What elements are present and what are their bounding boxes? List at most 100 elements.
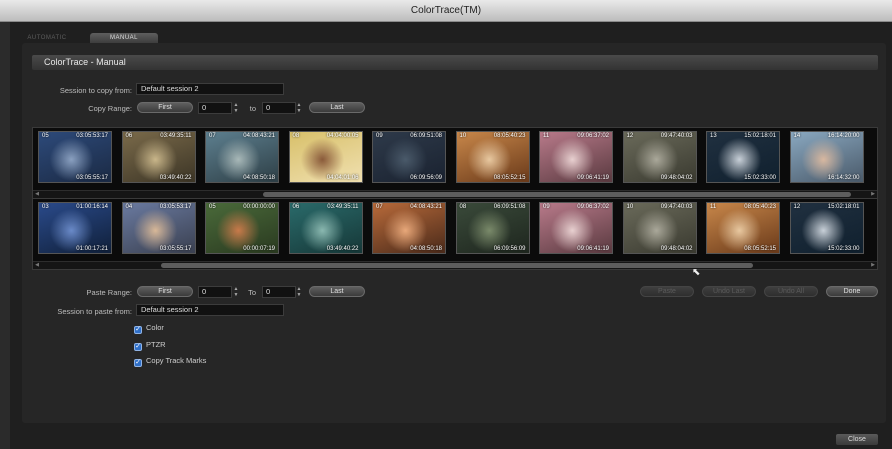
clip-thumbnail[interactable]: 08 04:04:00:05 04:04:01:06 xyxy=(288,131,363,183)
clip-number: 06 xyxy=(292,204,300,210)
checkmark-icon[interactable]: ✓ xyxy=(134,343,142,351)
undo-last-button[interactable]: Undo Last xyxy=(702,286,756,297)
paste-session-label: Session to paste from: xyxy=(57,307,132,316)
clip-thumbnail[interactable]: 03 01:00:16:14 01:00:17:21 xyxy=(38,202,112,254)
clip-thumbnail[interactable]: 09 09:06:37:02 09:06:41:19 xyxy=(539,202,613,254)
clip-number: 03 xyxy=(42,204,49,210)
clip-timecode-out: 01:00:17:21 xyxy=(76,246,108,252)
clip-thumbnail[interactable]: 06 03:49:35:11 03:49:40:22 xyxy=(288,202,363,254)
clip-thumbnail[interactable]: 06 03:49:35:11 03:49:40:22 xyxy=(121,131,196,183)
scroll-left-icon[interactable]: ◀ xyxy=(33,191,41,198)
copy-track-marks-label: Copy Track Marks xyxy=(146,356,207,365)
clip-timecode-in: 06:09:51:08 xyxy=(410,133,442,139)
target-scroll-knob[interactable] xyxy=(161,263,753,268)
source-scroll-knob[interactable] xyxy=(263,192,851,197)
title-bar: ColorTrace(TM) xyxy=(0,0,892,22)
clip-number: 09 xyxy=(376,133,383,139)
clip-timecode-in: 09:47:40:03 xyxy=(660,133,693,139)
clip-timecode-out: 03:05:55:17 xyxy=(159,246,192,252)
paste-session-field[interactable]: Default session 2 xyxy=(136,304,284,316)
copy-first-button[interactable]: First xyxy=(137,102,193,113)
clip-timecode-in: 00:00:00:00 xyxy=(243,204,275,210)
clip-timecode-out: 00:00:07:19 xyxy=(243,246,275,252)
paste-to-field[interactable]: 0 xyxy=(262,286,296,298)
clip-number: 07 xyxy=(376,204,383,210)
clip-thumbnail[interactable]: 07 04:08:43:21 04:08:50:18 xyxy=(372,202,446,254)
clip-number: 12 xyxy=(626,133,634,139)
clip-timecode-in: 09:06:37:02 xyxy=(577,204,609,210)
panel-header: ColorTrace - Manual xyxy=(32,55,878,70)
clip-thumbnail[interactable]: 12 15:02:18:01 15:02:33:00 xyxy=(789,202,864,254)
done-button[interactable]: Done xyxy=(826,286,878,297)
clip-timecode-in: 15:02:18:01 xyxy=(827,204,860,210)
clip-number: 12 xyxy=(793,204,801,210)
clip-thumbnail[interactable]: 13 15:02:18:01 15:02:33:00 xyxy=(706,131,780,183)
clip-thumbnail[interactable]: 04 03:05:53:17 03:05:55:17 xyxy=(121,202,196,254)
paste-button[interactable]: Paste xyxy=(640,286,694,297)
clip-timecode-in: 04:08:43:21 xyxy=(243,133,275,139)
clip-timecode-in: 03:49:35:11 xyxy=(160,133,192,139)
copy-to-field[interactable]: 0 xyxy=(262,102,296,114)
paste-last-button[interactable]: Last xyxy=(309,286,365,297)
clip-thumbnail[interactable]: 05 03:05:53:17 03:05:55:17 xyxy=(38,131,112,183)
copy-last-button[interactable]: Last xyxy=(309,102,365,113)
clip-number: 06 xyxy=(125,133,133,139)
copy-to-stepper[interactable]: ▲ ▼ xyxy=(296,102,302,114)
clip-timecode-in: 08:05:40:23 xyxy=(744,204,776,210)
clip-timecode-in: 09:47:40:03 xyxy=(660,204,693,210)
clip-thumbnail[interactable]: 09 06:09:51:08 06:09:56:09 xyxy=(372,131,446,183)
clip-thumbnail[interactable]: 05 00:00:00:00 00:00:07:19 xyxy=(205,202,279,254)
close-button[interactable]: Close xyxy=(836,434,878,445)
target-strip-scrollbar[interactable]: ◀ ▶ xyxy=(33,261,877,269)
source-strip-scrollbar[interactable]: ◀ ▶ xyxy=(33,190,877,198)
clip-timecode-in: 04:08:43:21 xyxy=(410,204,442,210)
clip-timecode-out: 15:02:33:00 xyxy=(827,246,860,252)
clip-timecode-in: 16:14:20:00 xyxy=(827,133,860,139)
scroll-right-icon[interactable]: ▶ xyxy=(869,262,877,269)
clip-thumbnail[interactable]: 12 09:47:40:03 09:48:04:02 xyxy=(622,131,697,183)
clip-number: 13 xyxy=(710,133,717,139)
scroll-left-icon[interactable]: ◀ xyxy=(33,262,41,269)
paste-from-field[interactable]: 0 xyxy=(198,286,232,298)
clip-timecode-in: 01:00:16:14 xyxy=(76,204,108,210)
clip-number: 08 xyxy=(292,133,300,139)
copy-from-stepper[interactable]: ▲ ▼ xyxy=(233,102,239,114)
clip-timecode-out: 09:48:04:02 xyxy=(660,246,693,252)
paste-to-stepper[interactable]: ▲ ▼ xyxy=(296,286,302,298)
clip-timecode-out: 04:08:50:18 xyxy=(410,246,442,252)
clip-thumbnail[interactable]: 10 09:47:40:03 09:48:04:02 xyxy=(622,202,697,254)
tab-manual[interactable]: MANUAL xyxy=(90,33,158,43)
clip-thumbnail[interactable]: 07 04:08:43:21 04:08:50:18 xyxy=(205,131,279,183)
copy-track-marks-checkbox[interactable]: ✓ Copy Track Marks xyxy=(134,356,206,367)
clip-thumbnail[interactable]: 11 08:05:40:23 08:05:52:15 xyxy=(706,202,780,254)
clip-number: 10 xyxy=(459,133,467,139)
scroll-right-icon[interactable]: ▶ xyxy=(869,191,877,198)
copy-from-field[interactable]: 0 xyxy=(198,102,232,114)
clip-timecode-in: 09:06:37:02 xyxy=(577,133,609,139)
copy-session-field[interactable]: Default session 2 xyxy=(136,83,284,95)
clip-thumbnail[interactable]: 10 08:05:40:23 08:05:52:15 xyxy=(455,131,530,183)
paste-first-button[interactable]: First xyxy=(137,286,193,297)
clip-timecode-in: 08:05:40:23 xyxy=(493,133,526,139)
paste-from-stepper[interactable]: ▲ ▼ xyxy=(233,286,239,298)
clip-timecode-out: 15:02:33:00 xyxy=(744,175,776,181)
clip-timecode-in: 03:05:53:17 xyxy=(76,133,108,139)
color-checkbox[interactable]: ✓ Color xyxy=(134,323,164,334)
undo-all-button[interactable]: Undo All xyxy=(764,286,818,297)
source-clip-strip[interactable]: 14 16:14:20:00 16:14:32:00 13 15:02:18:01 15:… xyxy=(32,127,878,199)
clip-thumbnail[interactable]: 08 06:09:51:08 06:09:56:09 xyxy=(455,202,530,254)
clip-timecode-out: 04:04:01:06 xyxy=(326,175,359,181)
tab-automatic[interactable]: AUTOMATIC xyxy=(10,33,84,43)
clip-number: 11 xyxy=(543,133,550,139)
clip-timecode-in: 03:05:53:17 xyxy=(159,204,192,210)
clip-number: 04 xyxy=(125,204,133,210)
clip-timecode-out: 09:48:04:02 xyxy=(660,175,693,181)
target-clip-strip[interactable]: 12 15:02:18:01 15:02:33:00 11 08:05:40:23 08:… xyxy=(32,198,878,270)
checkmark-icon[interactable]: ✓ xyxy=(134,326,142,334)
clip-number: 14 xyxy=(793,133,801,139)
clip-thumbnail[interactable]: 11 09:06:37:02 09:06:41:19 xyxy=(539,131,613,183)
clip-thumbnail[interactable]: 14 16:14:20:00 16:14:32:00 xyxy=(789,131,864,183)
clip-number: 07 xyxy=(209,133,216,139)
checkmark-icon[interactable]: ✓ xyxy=(134,359,142,367)
ptzr-checkbox[interactable]: ✓ PTZR xyxy=(134,340,166,351)
